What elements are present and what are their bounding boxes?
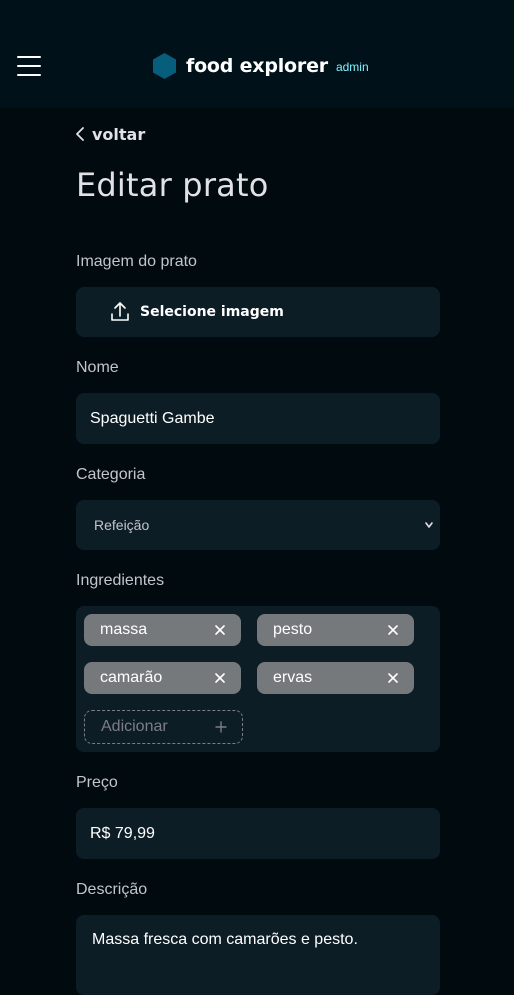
add-ingredient-input[interactable]: Adicionar <box>84 710 243 744</box>
name-input[interactable]: Spaguetti Gambe <box>76 393 440 444</box>
back-label: voltar <box>92 124 146 144</box>
ingredients-label: Ingredientes <box>76 572 165 589</box>
hexagon-logo-icon <box>153 53 176 79</box>
admin-badge: admin <box>335 60 369 74</box>
ingredient-label: pesto <box>273 621 313 638</box>
brand-name: food explorer <box>186 55 328 77</box>
hamburger-menu-icon[interactable] <box>17 56 41 76</box>
category-value: Refeição <box>94 517 150 533</box>
upload-label: Selecione imagem <box>140 304 284 320</box>
description-label: Descrição <box>76 881 148 898</box>
image-upload-button[interactable]: Selecione imagem <box>76 287 440 337</box>
ingredient-tag: camarão <box>84 662 241 694</box>
close-icon[interactable] <box>386 671 400 685</box>
ingredient-label: camarão <box>100 669 163 686</box>
ingredients-box: massa pesto camarão ervas Adicionar <box>76 606 440 752</box>
description-textarea[interactable]: Massa fresca com camarões e pesto. <box>76 915 440 995</box>
price-label: Preço <box>76 774 118 791</box>
ingredient-tag: pesto <box>257 614 414 646</box>
price-input[interactable]: R$ 79,99 <box>76 808 440 859</box>
chevron-left-icon <box>76 127 84 141</box>
plus-icon[interactable] <box>214 720 228 734</box>
page-title: Editar prato <box>76 166 269 204</box>
back-link[interactable]: voltar <box>74 123 145 145</box>
close-icon[interactable] <box>213 623 227 637</box>
brand[interactable]: food explorer admin <box>153 53 369 79</box>
category-select[interactable]: Refeição <box>76 500 440 550</box>
chevron-down-icon <box>425 522 433 528</box>
upload-icon <box>111 302 129 321</box>
close-icon[interactable] <box>386 623 400 637</box>
name-label: Nome <box>76 359 119 376</box>
ingredient-label: ervas <box>273 669 313 686</box>
image-label: Imagem do prato <box>76 253 197 270</box>
ingredient-label: massa <box>100 621 148 638</box>
add-ingredient-placeholder: Adicionar <box>101 718 168 735</box>
ingredient-tag: massa <box>84 614 241 646</box>
close-icon[interactable] <box>213 671 227 685</box>
category-label: Categoria <box>76 466 146 483</box>
app-header: food explorer admin <box>0 0 514 108</box>
ingredient-tag: ervas <box>257 662 414 694</box>
